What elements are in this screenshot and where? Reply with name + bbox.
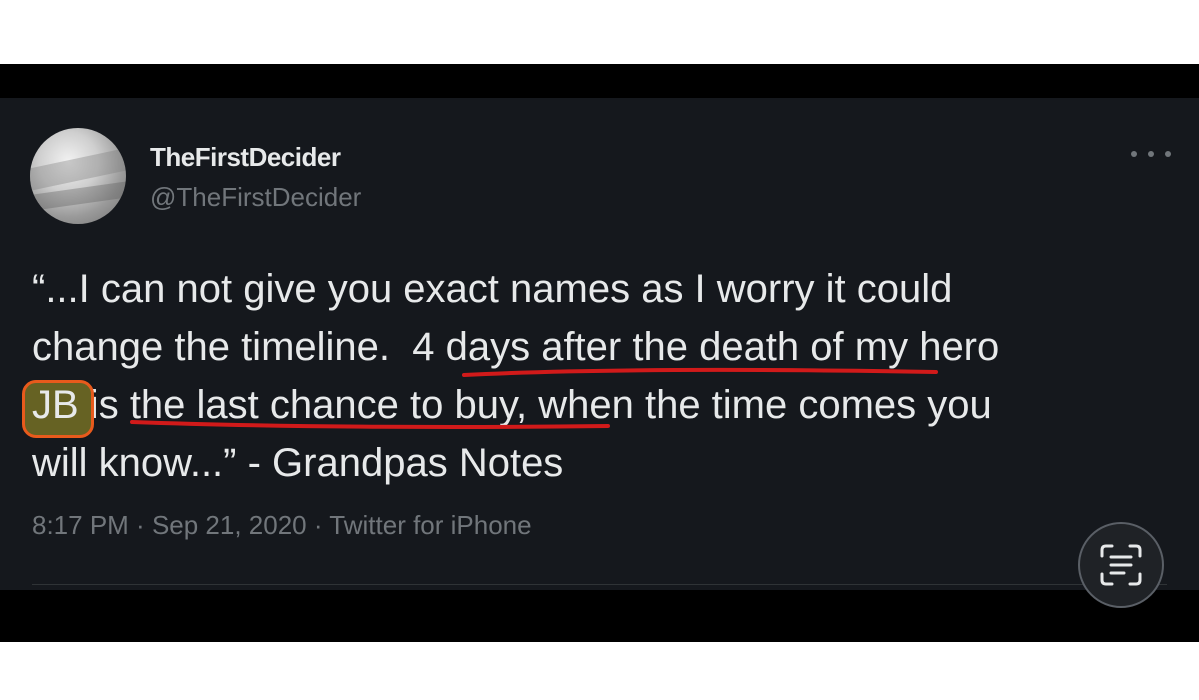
red-underline-annotation (462, 368, 938, 377)
highlighted-initials: JB (22, 376, 94, 438)
dot (1148, 151, 1154, 157)
top-black-bar (0, 64, 1199, 98)
tweet-text-segment: of my hero (799, 325, 1000, 369)
bottom-black-bar (0, 590, 1199, 642)
tweet-time[interactable]: 8:17 PM (32, 510, 129, 540)
tweet-meta: 8:17 PM · Sep 21, 2020 · Twitter for iPh… (32, 510, 532, 541)
underlined-phrase-death: 4 days after the death (412, 325, 800, 369)
tweet-text-segment: change the timeline. (32, 325, 413, 369)
dot (1131, 151, 1137, 157)
user-handle[interactable]: @TheFirstDecider (150, 182, 361, 213)
display-name[interactable]: TheFirstDecider (150, 142, 341, 173)
tweet-source[interactable]: Twitter for iPhone (329, 510, 531, 540)
meta-separator: · (128, 510, 152, 540)
dot (1165, 151, 1171, 157)
red-underline-annotation (130, 420, 610, 429)
more-horizontal-icon[interactable] (1131, 144, 1171, 164)
initials-text: JB (32, 383, 79, 427)
live-text-scan-button[interactable] (1078, 522, 1164, 608)
tweet-date[interactable]: Sep 21, 2020 (152, 510, 307, 540)
avatar[interactable] (30, 128, 126, 224)
live-text-scan-icon (1100, 544, 1142, 586)
meta-separator: · (306, 510, 330, 540)
divider (32, 584, 1167, 585)
tweet-line-1: “...I can not give you exact names as I … (32, 267, 953, 311)
tweet-card: TheFirstDecider @TheFirstDecider “...I c… (0, 98, 1199, 590)
tweet-line-4: will know...” - Grandpas Notes (32, 441, 564, 485)
